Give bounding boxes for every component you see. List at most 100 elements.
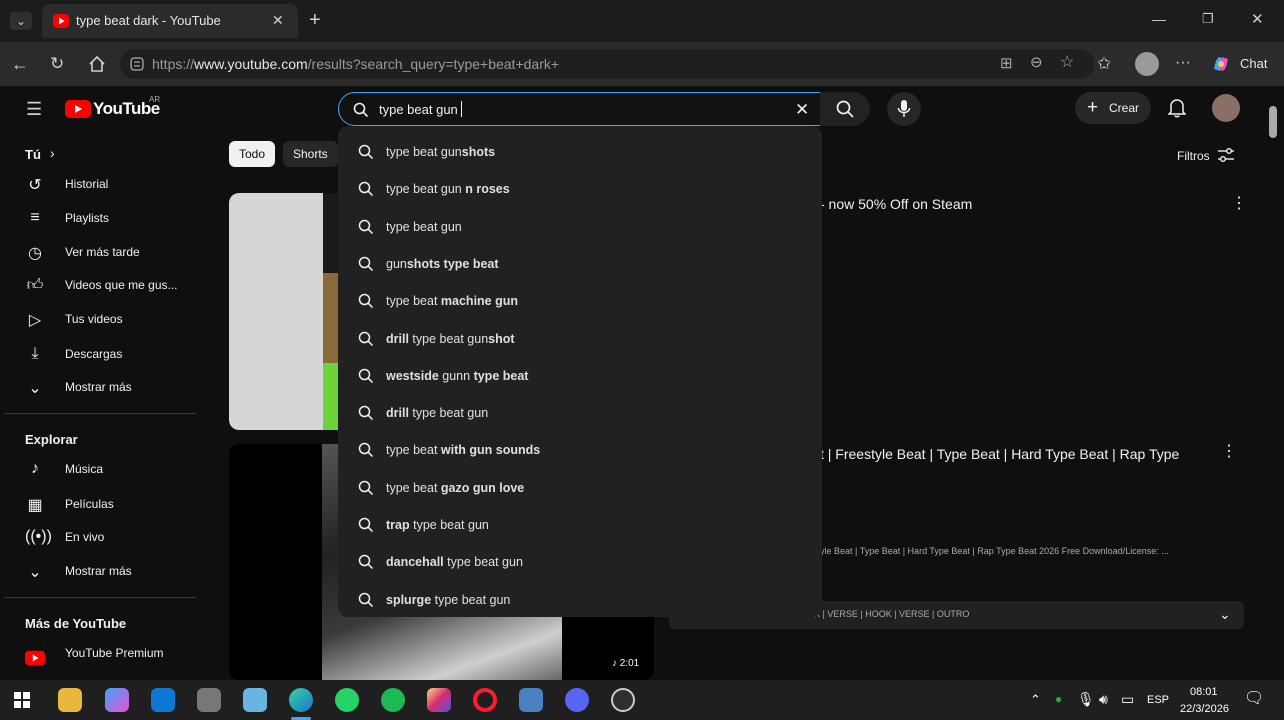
tab-youtube[interactable]: type beat dark - YouTube ✕ xyxy=(42,4,298,38)
sidebar-item-watch-later[interactable]: ◷ Ver más tarde xyxy=(5,235,205,269)
opera-icon[interactable] xyxy=(473,688,497,712)
microphone-tray-icon[interactable]: 🎙︎ xyxy=(1077,692,1095,706)
search-suggestion[interactable]: type beat gun xyxy=(338,209,822,246)
close-tab-icon[interactable]: ✕ xyxy=(272,13,284,27)
youtube-region-code: AR xyxy=(149,95,161,104)
film-icon: ▦ xyxy=(27,497,43,514)
clear-search-icon[interactable]: ✕ xyxy=(795,101,809,118)
windows-start-icon[interactable] xyxy=(14,692,30,708)
show-hidden-icons-icon[interactable]: ⌃ xyxy=(1030,693,1041,706)
tab-list-icon[interactable]: ⌄ xyxy=(10,12,32,30)
close-window-icon[interactable]: ✕ xyxy=(1251,12,1264,27)
notifications-bell-icon[interactable] xyxy=(1168,98,1186,118)
notes-icon[interactable] xyxy=(243,688,267,712)
sidebar-item-live[interactable]: ((•)) En vivo xyxy=(5,520,205,554)
search-suggestion[interactable]: drill type beat gunshot xyxy=(338,321,822,358)
chip-shorts[interactable]: Shorts xyxy=(283,141,338,167)
result-2-title[interactable]: t | Freestyle Beat | Type Beat | Hard Ty… xyxy=(820,446,1179,462)
search-suggestion[interactable]: dancehall type beat gun xyxy=(338,544,822,581)
create-button[interactable]: + Crear xyxy=(1075,92,1151,124)
search-box[interactable]: type beat gun ✕ xyxy=(338,92,822,126)
edge-browser-icon[interactable] xyxy=(289,688,313,712)
tab-bar: ⌄ type beat dark - YouTube ✕ + — ❐ ✕ xyxy=(0,0,1284,42)
search-suggestion[interactable]: type beat with gun sounds xyxy=(338,432,822,469)
favorites-icon[interactable]: ✩ xyxy=(1097,55,1111,72)
site-info-icon[interactable] xyxy=(130,57,144,71)
youtube-premium-icon xyxy=(25,650,45,666)
suggestion-text: drill type beat gunshot xyxy=(386,332,515,346)
clock-date[interactable]: 22/3/2026 xyxy=(1180,703,1229,715)
suggestion-prefix: splurge xyxy=(386,592,435,607)
search-suggestion[interactable]: type beat gunshots xyxy=(338,134,822,171)
language-indicator[interactable]: ESP xyxy=(1147,694,1169,706)
profile-avatar[interactable] xyxy=(1135,52,1159,76)
result-2-more-icon[interactable]: ⋮ xyxy=(1221,444,1237,460)
sidebar-item-liked-videos[interactable]: 👍︎ Videos que me gus... xyxy=(5,268,205,302)
search-suggestion[interactable]: westside gunn type beat xyxy=(338,358,822,395)
refresh-icon[interactable]: ↻ xyxy=(50,55,64,72)
search-suggestion[interactable]: type beat gun n roses xyxy=(338,171,822,208)
hamburger-menu-icon[interactable]: ☰ xyxy=(26,100,42,118)
instagram-icon[interactable] xyxy=(427,688,451,712)
sidebar-item-your-videos[interactable]: ▷ Tus videos xyxy=(5,302,205,336)
account-avatar[interactable] xyxy=(1212,94,1240,122)
tray-status-icon[interactable]: ● xyxy=(1055,693,1062,705)
youtube-page: ☰ YouTube AR type beat gun ✕ + Crear Tú … xyxy=(5,86,1279,680)
search-suggestion[interactable]: type beat gazo gun love xyxy=(338,470,822,507)
outlook-icon[interactable] xyxy=(151,688,175,712)
search-icon xyxy=(358,405,374,421)
voice-search-button[interactable] xyxy=(887,92,921,126)
notepad-icon[interactable] xyxy=(197,688,221,712)
favorite-star-icon[interactable]: ☆ xyxy=(1060,55,1074,71)
search-button-icon xyxy=(836,100,854,118)
result-1-more-icon[interactable]: ⋮ xyxy=(1231,196,1247,212)
control-panel-icon[interactable] xyxy=(519,688,543,712)
search-suggestion[interactable]: type beat machine gun xyxy=(338,283,822,320)
minimize-icon[interactable]: — xyxy=(1152,12,1166,26)
file-explorer-icon[interactable] xyxy=(58,688,82,712)
sidebar-item-show-more[interactable]: ⌄ Mostrar más xyxy=(5,370,205,404)
search-suggestion[interactable]: splurge type beat gun xyxy=(338,582,822,619)
sidebar-item-history[interactable]: ↺ Historial xyxy=(5,167,205,201)
restore-icon[interactable]: ❐ xyxy=(1202,12,1214,25)
chip-all[interactable]: Todo xyxy=(229,141,276,167)
suggestion-text: type beat gun xyxy=(386,220,462,234)
spotify-icon[interactable] xyxy=(381,688,405,712)
search-button[interactable] xyxy=(820,92,870,126)
suggestion-match: type beat xyxy=(386,443,438,458)
app-available-icon[interactable]: ⊞ xyxy=(1000,56,1013,71)
sidebar-item-youtube-premium[interactable]: YouTube Premium xyxy=(5,636,205,670)
filters-button[interactable]: Filtros xyxy=(1175,146,1239,166)
whatsapp-icon[interactable] xyxy=(335,688,359,712)
sidebar-item-music[interactable]: ♪ Música xyxy=(5,452,205,486)
result-1-title[interactable]: - now 50% Off on Steam xyxy=(820,196,972,212)
youtube-logo[interactable]: YouTube AR xyxy=(65,95,165,122)
clock-time[interactable]: 08:01 xyxy=(1190,686,1218,698)
sidebar-item-downloads[interactable]: ⤓ Descargas xyxy=(5,337,205,371)
sidebar-item-show-more-explore[interactable]: ⌄ Mostrar más xyxy=(5,554,205,588)
address-bar[interactable]: https://www.youtube.com/results?search_q… xyxy=(120,49,1094,79)
search-suggestion[interactable]: gunshots type beat xyxy=(338,246,822,283)
copilot-chat-button[interactable]: Chat xyxy=(1206,51,1274,77)
zoom-icon[interactable]: ⊖ xyxy=(1030,55,1043,70)
suggestion-match: type beat gun xyxy=(386,219,462,234)
volume-icon[interactable]: 🔊︎ xyxy=(1099,692,1108,706)
search-input[interactable]: type beat gun xyxy=(379,102,458,117)
discord-icon[interactable] xyxy=(565,688,589,712)
new-tab-icon[interactable]: + xyxy=(309,10,321,30)
copilot-taskbar-icon[interactable] xyxy=(105,688,129,712)
search-suggestion[interactable]: trap type beat gun xyxy=(338,507,822,544)
network-icon[interactable]: ▭ xyxy=(1121,692,1134,706)
back-icon[interactable]: ← xyxy=(11,55,29,73)
sidebar-item-movies[interactable]: ▦ Películas xyxy=(5,487,205,521)
suggestion-match: type beat gun xyxy=(412,331,489,346)
you-label: Tú xyxy=(25,147,41,162)
page-scrollbar[interactable] xyxy=(1269,106,1277,138)
sidebar-item-playlists[interactable]: ≡ Playlists xyxy=(5,201,205,235)
notifications-tray-icon[interactable]: 🗨︎ xyxy=(1244,691,1264,707)
obs-icon[interactable] xyxy=(611,688,635,712)
search-icon xyxy=(358,480,374,495)
home-icon[interactable] xyxy=(88,55,106,73)
more-menu-icon[interactable]: ··· xyxy=(1175,55,1191,71)
search-suggestion[interactable]: drill type beat gun xyxy=(338,395,822,432)
